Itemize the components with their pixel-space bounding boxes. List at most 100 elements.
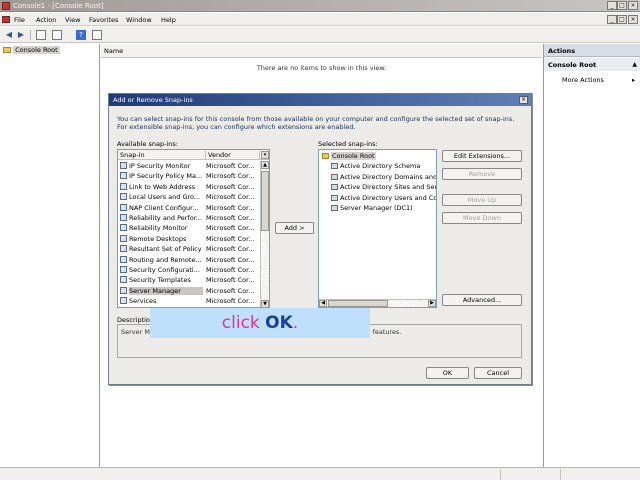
status-bar [0,467,640,480]
snapin-vendor: Microsoft Cor... [206,245,255,254]
snapin-row[interactable]: Routing and Remote... Microsoft Cor... [118,255,260,265]
snapin-row[interactable]: Security Templates Microsoft Cor... [118,275,260,285]
window-title: Console1 - [Console Root] [13,2,104,10]
overlay-word-click: click [221,313,260,333]
snapin-name: Link to Web Address [129,182,196,191]
selected-snapin-node[interactable]: Active Directory Users and Computers [331,193,437,203]
selected-snapin-label: Active Directory Users and Computers [340,193,437,202]
snapin-icon [331,184,338,190]
edit-extensions-button[interactable]: Edit Extensions... [442,150,522,162]
forward-icon[interactable]: ▶ [16,30,26,40]
maximize-button[interactable]: □ [617,1,627,10]
selected-snapin-node[interactable]: Server Manager (DC1) [331,204,413,213]
scroll-up-icon[interactable]: ▲ [261,161,269,169]
snapin-icon [120,193,127,201]
scroll-down-icon[interactable]: ▼ [261,300,269,307]
column-snapin[interactable]: Snap-in [118,151,206,160]
results-column-header[interactable]: Name [101,44,542,58]
title-bar: Console1 - [Console Root] _ □ × [0,0,640,12]
menu-window[interactable]: Window [126,16,152,24]
properties-icon[interactable] [52,30,62,40]
instruction-overlay: click OK. [150,308,370,338]
snapin-icon [331,173,338,180]
menu-help[interactable]: Help [161,16,176,24]
mmc-app-icon [2,2,10,10]
cancel-button[interactable]: Cancel [474,367,522,379]
snapin-name: IP Security Policy Ma... [129,172,203,181]
snapin-row[interactable]: Resultant Set of Policy Microsoft Cor... [118,244,260,254]
snapin-row[interactable]: IP Security Monitor Microsoft Cor... [118,161,260,171]
snapin-name: Reliability Monitor [129,224,188,233]
snapin-icon [331,194,338,201]
snapin-icon [120,182,127,190]
menu-file[interactable]: File [14,16,25,24]
more-actions-item[interactable]: More Actions ▸ [562,76,635,84]
snapin-icon [120,213,127,221]
snapin-row[interactable]: Reliability Monitor Microsoft Cor... [118,223,260,233]
selected-root-node[interactable]: Console Root [322,152,376,161]
selected-snapins-tree[interactable]: Console Root Active Directory Schema Acti… [318,149,437,308]
menu-view[interactable]: View [65,16,80,24]
snapin-name: Local Users and Gro... [129,193,201,202]
scroll-left-icon[interactable]: ◀ [319,300,327,307]
snapin-row[interactable]: Reliability and Perfor... Microsoft Cor..… [118,213,260,223]
snapin-name: Resultant Set of Policy [129,245,202,254]
selected-snapin-node[interactable]: Active Directory Domains and Trusts [331,173,436,182]
doc-minimize-button[interactable]: _ [607,15,617,24]
doc-close-button[interactable]: × [628,15,638,24]
snapin-row[interactable]: Services Microsoft Cor... [118,296,260,306]
remove-button[interactable]: Remove [442,168,522,180]
available-snapins-list[interactable]: Snap-in Vendor ▾ IP Security Monitor Micr… [117,149,270,308]
add-button[interactable]: Add > [275,222,314,234]
snapin-vendor: Microsoft Cor... [206,265,255,274]
dialog-title-bar[interactable]: Add or Remove Snap-ins × [109,94,531,106]
scroll-thumb[interactable] [261,171,269,231]
snapin-row[interactable]: Remote Desktops Microsoft Cor... [118,234,260,244]
doc-restore-button[interactable]: □ [617,15,627,24]
snapin-row[interactable]: Server Manager Microsoft Cor... [118,286,260,296]
snapin-vendor: Microsoft Cor... [206,255,255,264]
selected-snapin-label: Active Directory Sites and Services [340,183,437,191]
selected-snapin-node[interactable]: Active Directory Sites and Services [331,183,437,192]
menu-action[interactable]: Action [36,16,56,24]
column-dropdown-icon[interactable]: ▾ [261,151,269,159]
status-cell [500,469,560,480]
actions-section-console-root[interactable]: Console Root ▲ [544,58,640,71]
dialog-close-button[interactable]: × [519,96,528,104]
snapin-vendor: Microsoft Cor... [206,276,255,285]
collapse-up-icon[interactable]: ▲ [632,61,637,68]
menu-favorites[interactable]: Favorites [89,16,118,24]
submenu-arrow-icon: ▸ [632,76,636,84]
snapin-name: Security Templates [129,276,191,285]
minimize-button[interactable]: _ [607,1,617,10]
add-remove-snapins-dialog: Add or Remove Snap-ins × You can select … [108,93,532,385]
move-up-button[interactable]: Move Up [442,194,522,206]
snapin-vendor: Microsoft Cor... [206,203,255,212]
show-tree-icon[interactable] [36,30,46,40]
snapin-vendor: Microsoft Cor... [206,162,255,170]
snapin-row[interactable]: Link to Web Address Microsoft Cor... [118,182,260,192]
selected-snapin-node[interactable]: Active Directory Schema [331,162,420,171]
help-icon[interactable]: ? [76,30,86,40]
show-action-pane-icon[interactable] [92,30,102,40]
back-icon[interactable]: ◀ [4,30,14,40]
selected-snapin-label: Active Directory Schema [340,162,421,170]
scroll-right-icon[interactable]: ▶ [428,300,436,307]
snapin-row[interactable]: NAP Client Configur... Microsoft Cor... [118,203,260,213]
empty-view-message: There are no items to show in this view. [256,64,387,72]
ok-button[interactable]: OK [426,367,469,379]
advanced-button[interactable]: Advanced... [442,294,522,306]
snapin-icon [120,224,127,232]
snapin-row[interactable]: Local Users and Gro... Microsoft Cor... [118,192,260,202]
move-down-button[interactable]: Move Down [442,212,522,224]
column-vendor[interactable]: Vendor [206,151,260,160]
toolbar-separator [30,30,31,40]
snapin-row[interactable]: IP Security Policy Ma... Microsoft Cor... [118,171,260,181]
console-icon[interactable] [2,16,10,23]
scroll-thumb[interactable] [328,300,388,307]
tree-node-console-root[interactable]: Console Root [3,46,60,55]
snapin-row[interactable]: Security Configurati... Microsoft Cor... [118,265,260,275]
available-vertical-scrollbar[interactable]: ▲ ▼ [260,161,269,307]
close-button[interactable]: × [628,1,638,10]
selected-horizontal-scrollbar[interactable]: ◀ ▶ [319,299,436,307]
